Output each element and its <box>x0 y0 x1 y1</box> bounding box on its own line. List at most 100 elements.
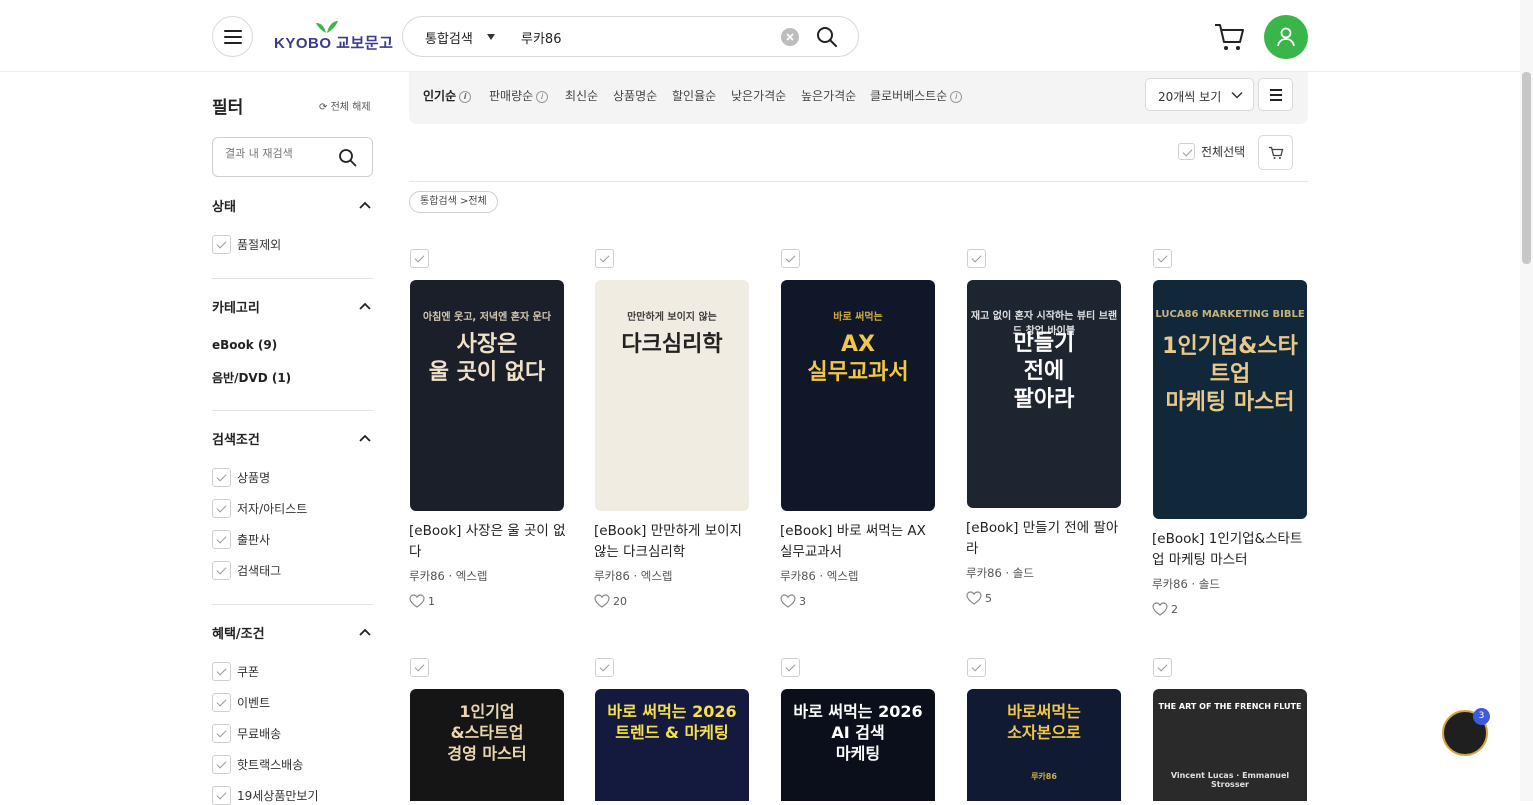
filter-publisher[interactable]: 출판사 <box>212 529 270 549</box>
chevron-up-icon[interactable] <box>358 200 372 210</box>
category-music-dvd[interactable]: 음반/DVD (1) <box>212 369 291 386</box>
sort-high-price[interactable]: 높은가격순 <box>801 87 856 104</box>
heart-icon[interactable] <box>966 591 982 605</box>
sort-newest[interactable]: 최신순 <box>565 87 598 104</box>
search-icon[interactable] <box>816 26 838 48</box>
product-author-publisher[interactable]: 루카86 · 엑스렙 <box>780 568 859 584</box>
sort-clover-best[interactable]: 클로버베스트순 i <box>870 87 963 104</box>
product-author-publisher[interactable]: 루카86 · 솔드 <box>966 565 1034 581</box>
product-title[interactable]: [eBook] 만들기 전에 팔아라 <box>966 518 1126 560</box>
product-checkbox[interactable] <box>781 658 800 677</box>
product-title[interactable]: [eBook] 1인기업&스타트업 마케팅 마스터 <box>1152 529 1312 571</box>
product-cover[interactable]: 아침엔 웃고, 저녁엔 혼자 운다 사장은 울 곳이 없다 <box>410 280 564 511</box>
scrollbar-thumb[interactable] <box>1522 72 1531 264</box>
search-input[interactable] <box>521 25 771 49</box>
product-checkbox[interactable] <box>595 658 614 677</box>
sort-popular[interactable]: 인기순 i <box>423 87 472 104</box>
chevron-up-icon[interactable] <box>358 627 372 637</box>
product-checkbox[interactable] <box>410 658 429 677</box>
product-author-publisher[interactable]: 루카86 · 솔드 <box>1152 576 1220 592</box>
filter-hottracks-shipping[interactable]: 핫트랙스배송 <box>212 754 303 774</box>
product-title[interactable]: [eBook] 만만하게 보이지 않는 다크심리학 <box>594 521 754 563</box>
checkbox[interactable] <box>212 529 231 549</box>
product-checkbox[interactable] <box>595 249 614 268</box>
product-cover[interactable]: 재고 없이 혼자 시작하는 뷰티 브랜드 창업 바이블 만들기 전에 팔아라 <box>967 280 1121 508</box>
product-checkbox[interactable] <box>410 249 429 268</box>
checkbox[interactable] <box>212 785 231 805</box>
checkbox[interactable] <box>212 234 231 254</box>
cover-title: 만들기 전에 팔아라 <box>1013 331 1075 412</box>
divider <box>409 181 1308 182</box>
chevron-up-icon[interactable] <box>358 433 372 443</box>
heart-icon[interactable] <box>1152 602 1168 616</box>
user-button[interactable] <box>1264 15 1308 59</box>
checkbox[interactable] <box>212 661 231 681</box>
filter-adult-only[interactable]: 19세상품만보기 <box>212 785 319 805</box>
product-checkbox[interactable] <box>1153 658 1172 677</box>
product-cover[interactable]: THE ART OF THE FRENCH FLUTE Vincent Luca… <box>1153 689 1307 801</box>
filter-product-name[interactable]: 상품명 <box>212 467 270 487</box>
product-like[interactable]: 20 <box>594 594 627 608</box>
product-like[interactable]: 2 <box>1152 602 1178 616</box>
heart-icon[interactable] <box>780 594 796 608</box>
filter-author-artist[interactable]: 저자/아티스트 <box>212 498 307 518</box>
checkbox[interactable] <box>212 692 231 712</box>
info-icon[interactable]: i <box>950 91 963 103</box>
info-icon[interactable]: i <box>459 91 472 103</box>
filter-event[interactable]: 이벤트 <box>212 692 270 712</box>
product-checkbox[interactable] <box>781 249 800 268</box>
product-cover[interactable]: 1인기업 &스타트업 경영 마스터 <box>410 689 564 801</box>
product-checkbox[interactable] <box>967 658 986 677</box>
product-like[interactable]: 3 <box>780 594 806 608</box>
sub-search-input[interactable] <box>225 147 335 160</box>
checkbox[interactable] <box>212 560 231 580</box>
caret-down-icon[interactable] <box>487 34 495 40</box>
product-like[interactable]: 1 <box>409 594 435 608</box>
menu-button[interactable] <box>212 16 253 57</box>
product-like[interactable]: 5 <box>966 591 992 605</box>
product-cover[interactable]: 바로써먹는 소자본으로 루카86 <box>967 689 1121 801</box>
filter-search-tag[interactable]: 검색태그 <box>212 560 281 580</box>
like-count: 20 <box>613 594 627 608</box>
filter-coupon[interactable]: 쿠폰 <box>212 661 259 681</box>
checkbox[interactable] <box>1178 143 1195 160</box>
product-cover[interactable]: 바로 써먹는 AX 실무교과서 <box>781 280 935 511</box>
product-cover[interactable]: 바로 써먹는 2026 트렌드 & 마케팅 <box>595 689 749 801</box>
reset-all-button[interactable]: ⟳ 전체 해제 <box>319 98 371 113</box>
product-cover[interactable]: LUCA86 MARKETING BIBLE 1인기업&스타트업 마케팅 마스터 <box>1153 280 1307 519</box>
cart-icon[interactable] <box>1213 22 1245 52</box>
product-checkbox[interactable] <box>967 249 986 268</box>
filter-free-shipping[interactable]: 무료배송 <box>212 723 281 743</box>
per-page-select[interactable]: 20개씩 보기 <box>1145 78 1254 111</box>
product-title[interactable]: [eBook] 사장은 울 곳이 없다 <box>409 521 569 563</box>
search-icon[interactable] <box>338 148 358 168</box>
category-ebook[interactable]: eBook (9) <box>212 338 277 352</box>
product-author-publisher[interactable]: 루카86 · 엑스렙 <box>594 568 673 584</box>
select-all-label: 전체선택 <box>1201 145 1246 159</box>
list-view-button[interactable] <box>1258 78 1293 111</box>
product-title[interactable]: [eBook] 바로 써먹는 AX 실무교과서 <box>780 521 940 563</box>
filter-exclude-soldout[interactable]: 품절제외 <box>212 234 281 254</box>
product-cover[interactable]: 바로 써먹는 2026 AI 검색 마케팅 <box>781 689 935 801</box>
search-scope-select[interactable]: 통합검색 <box>425 28 473 47</box>
add-selected-to-cart-button[interactable] <box>1258 135 1293 170</box>
checkbox[interactable] <box>212 498 231 518</box>
checkbox[interactable] <box>212 723 231 743</box>
checkbox[interactable] <box>212 467 231 487</box>
product-author-publisher[interactable]: 루카86 · 엑스렙 <box>409 568 488 584</box>
like-count: 3 <box>799 594 806 608</box>
sort-name[interactable]: 상품명순 <box>613 87 657 104</box>
heart-icon[interactable] <box>594 594 610 608</box>
checkbox[interactable] <box>212 754 231 774</box>
heart-icon[interactable] <box>409 594 425 608</box>
per-page-label: 20개씩 보기 <box>1158 90 1222 104</box>
chevron-up-icon[interactable] <box>358 301 372 311</box>
select-all[interactable]: 전체선택 <box>1172 143 1245 160</box>
sort-discount[interactable]: 할인율순 <box>672 87 716 104</box>
clear-icon[interactable] <box>781 28 799 46</box>
sort-low-price[interactable]: 낮은가격순 <box>731 87 786 104</box>
product-cover[interactable]: 만만하게 보이지 않는 다크심리학 <box>595 280 749 511</box>
info-icon[interactable]: i <box>536 91 549 103</box>
sort-sales[interactable]: 판매량순 i <box>489 87 549 104</box>
product-checkbox[interactable] <box>1153 249 1172 268</box>
